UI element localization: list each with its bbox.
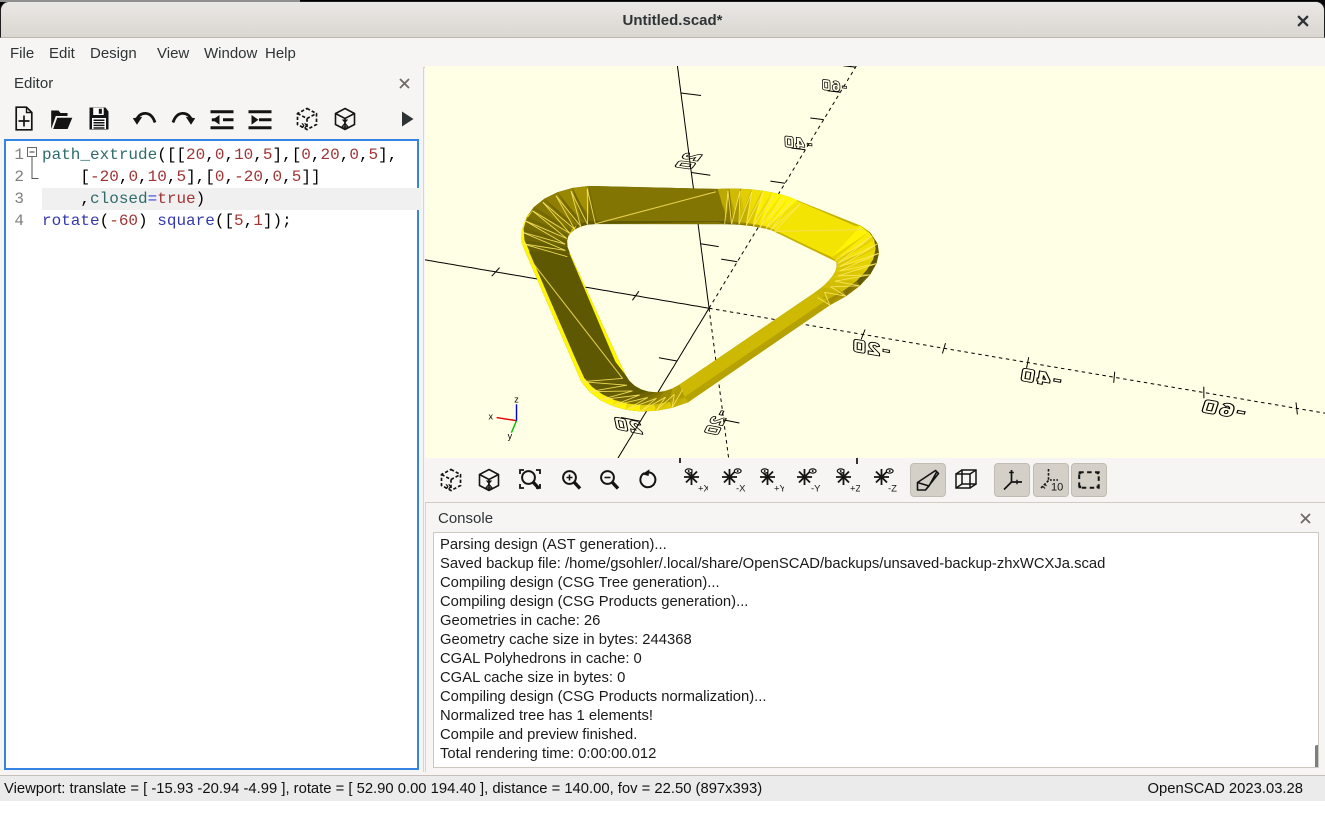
svg-text:-Y: -Y bbox=[811, 484, 821, 494]
svg-text:+Y: +Y bbox=[774, 484, 784, 494]
svg-text:»: » bbox=[445, 479, 452, 492]
svg-text:»: » bbox=[301, 118, 308, 131]
svg-text:-X: -X bbox=[736, 484, 746, 494]
svg-text:y: y bbox=[508, 431, 513, 441]
svg-text:z: z bbox=[514, 395, 519, 405]
svg-text:-Z: -Z bbox=[888, 484, 897, 494]
svg-text:+Z: +Z bbox=[850, 484, 860, 494]
svg-text:x: x bbox=[489, 412, 494, 422]
svg-text:+X: +X bbox=[698, 484, 708, 494]
svg-text:10: 10 bbox=[1051, 482, 1063, 494]
